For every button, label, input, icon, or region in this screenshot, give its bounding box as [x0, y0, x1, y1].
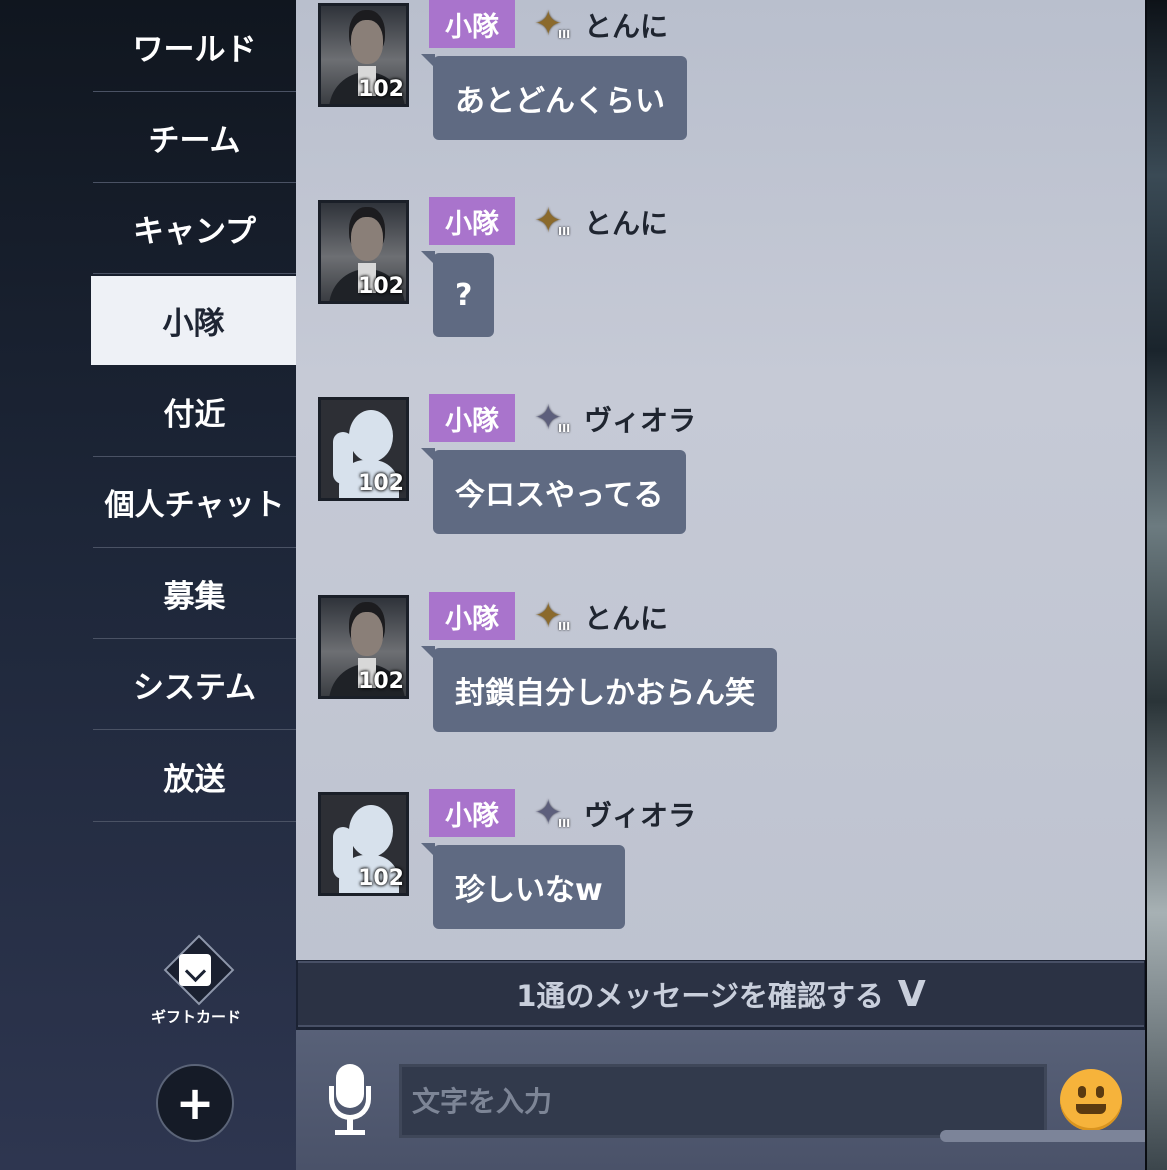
avatar[interactable]: 102	[318, 397, 409, 501]
message-bubble: あとどんくらい	[421, 54, 687, 140]
message-bubble: 珍しいなw	[421, 843, 625, 929]
tab-team[interactable]: チーム	[93, 92, 296, 183]
mic-icon[interactable]	[326, 1064, 374, 1138]
avatar[interactable]: 102	[318, 792, 409, 896]
mic-cup	[329, 1086, 371, 1120]
emoji-eye	[1078, 1086, 1086, 1098]
chat-message: 102 小隊 ✦ III ヴィオラ 今ロスやってる	[296, 394, 1145, 574]
gift-card-button[interactable]: ギフトカード	[138, 934, 254, 1030]
chat-input-bar	[296, 1030, 1167, 1170]
level-badge: 102	[358, 669, 404, 694]
rank-badge-icon: ✦ III	[534, 398, 571, 438]
chat-message: 102 小隊 ✦ III とんに あとどんくらい	[296, 0, 1145, 180]
tab-world[interactable]: ワールド	[93, 1, 296, 92]
home-indicator	[940, 1130, 1167, 1142]
tab-squad[interactable]: 小隊	[91, 276, 296, 365]
level-badge: 102	[358, 866, 404, 891]
squad-tag: 小隊	[429, 394, 515, 442]
new-message-label: 1通のメッセージを確認する	[516, 979, 884, 1013]
avatar-head	[351, 20, 383, 64]
tab-nearby[interactable]: 付近	[93, 366, 296, 457]
mic-base	[335, 1130, 365, 1135]
squad-tag: 小隊	[429, 592, 515, 640]
rank-badge-icon: ✦ III	[534, 793, 571, 833]
sender-name[interactable]: ヴィオラ	[584, 794, 696, 834]
rank-badge-icon: ✦ III	[534, 201, 571, 241]
gift-card-label: ギフトカード	[150, 1008, 241, 1026]
sender-name[interactable]: ヴィオラ	[584, 399, 696, 439]
tab-private-chat[interactable]: 個人チャット	[93, 457, 296, 548]
chat-message-list[interactable]: 102 小隊 ✦ III とんに あとどんくらい 102 小隊 ✦ III とんに …	[296, 0, 1145, 960]
message-bubble: 今ロスやってる	[421, 448, 686, 534]
emoji-mouth	[1076, 1104, 1106, 1114]
avatar-head	[351, 612, 383, 656]
plus-icon[interactable]: +	[156, 1064, 234, 1142]
chat-message: 102 小隊 ✦ III ヴィオラ 珍しいなw	[296, 789, 1145, 969]
message-bubble: ?	[420, 251, 495, 337]
tab-system[interactable]: システム	[93, 639, 296, 730]
squad-tag: 小隊	[429, 0, 515, 48]
squad-tag: 小隊	[429, 789, 515, 837]
sender-name[interactable]: とんに	[584, 597, 668, 637]
tab-recruit[interactable]: 募集	[93, 548, 296, 639]
avatar[interactable]: 102	[318, 200, 409, 304]
gift-card-icon	[179, 954, 211, 986]
level-badge: 102	[358, 77, 404, 102]
new-message-button[interactable]: 1通のメッセージを確認する V	[298, 961, 1144, 1027]
avatar[interactable]: 102	[318, 3, 409, 107]
tab-camp[interactable]: キャンプ	[93, 183, 296, 274]
chat-message: 102 小隊 ✦ III とんに ?	[296, 197, 1145, 377]
avatar-silhouette	[349, 410, 393, 462]
tab-broadcast[interactable]: 放送	[93, 731, 296, 822]
level-badge: 102	[358, 274, 404, 299]
rank-badge-icon: ✦ III	[534, 4, 571, 44]
avatar-head	[351, 217, 383, 261]
game-background-edge	[1145, 0, 1167, 1170]
rank-badge-icon: ✦ III	[534, 596, 571, 636]
level-badge: 102	[358, 471, 404, 496]
avatar-silhouette	[349, 805, 393, 857]
channel-sidebar: ワールド チーム キャンプ 小隊 付近 個人チャット 募集 システム 放送 ギフ…	[0, 0, 296, 1170]
emoji-eye	[1096, 1086, 1104, 1098]
squad-tag: 小隊	[429, 197, 515, 245]
message-input[interactable]	[399, 1064, 1047, 1138]
sender-name[interactable]: とんに	[584, 5, 668, 45]
emoji-icon[interactable]	[1060, 1069, 1122, 1131]
sender-name[interactable]: とんに	[584, 202, 668, 242]
message-bubble: 封鎖自分しかおらん笑	[421, 646, 777, 732]
chat-message: 102 小隊 ✦ III とんに 封鎖自分しかおらん笑	[296, 592, 1145, 772]
chevron-down-icon: V	[897, 973, 926, 1015]
avatar[interactable]: 102	[318, 595, 409, 699]
